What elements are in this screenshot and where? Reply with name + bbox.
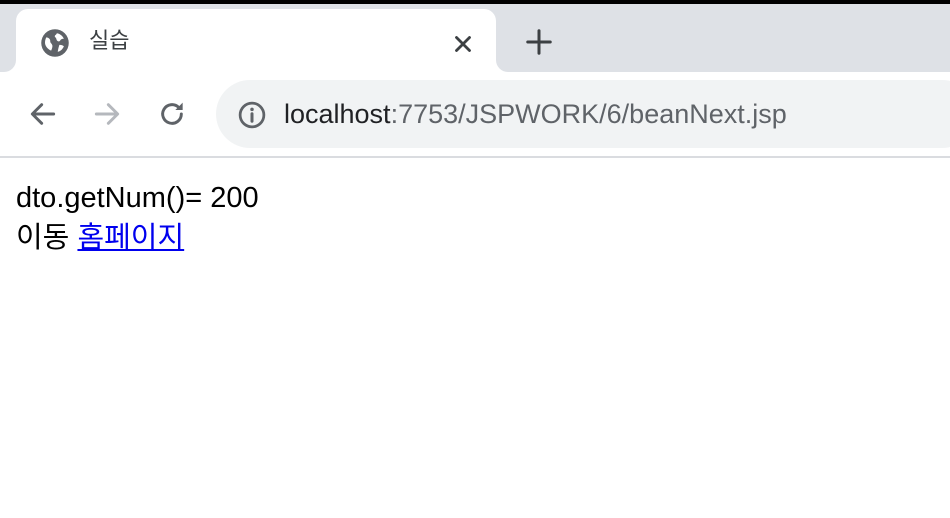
page-content: dto.getNum()= 200 이동 홈페이지 [16, 178, 259, 258]
new-tab-plus-icon[interactable] [524, 27, 554, 57]
browser-toolbar: localhost:7753/JSPWORK/6/beanNext.jsp [0, 72, 950, 158]
globe-icon [40, 28, 70, 58]
address-bar[interactable]: localhost:7753/JSPWORK/6/beanNext.jsp [216, 80, 950, 148]
homepage-link[interactable]: 홈페이지 [77, 222, 184, 254]
url-host: localhost [284, 99, 391, 129]
close-tab-icon[interactable] [450, 31, 476, 57]
url-text[interactable]: localhost:7753/JSPWORK/6/beanNext.jsp [284, 96, 787, 132]
tab-strip: 실습 [0, 4, 950, 72]
url-path: :7753/JSPWORK/6/beanNext.jsp [390, 99, 787, 129]
tab-title: 실습 [89, 28, 130, 53]
site-info-icon[interactable] [237, 100, 267, 130]
browser-tab[interactable]: 실습 [16, 9, 496, 72]
back-arrow-icon[interactable] [27, 98, 59, 130]
forward-arrow-icon[interactable] [91, 98, 123, 130]
move-label: 이동 [16, 222, 70, 254]
browser-window: 실습 localhost:7753/JSPWORK/6/beanNext.jsp… [0, 0, 950, 518]
num-output-text: dto.getNum()= 200 [16, 182, 259, 214]
move-line: 이동 홈페이지 [16, 218, 259, 258]
reload-icon[interactable] [156, 98, 188, 130]
